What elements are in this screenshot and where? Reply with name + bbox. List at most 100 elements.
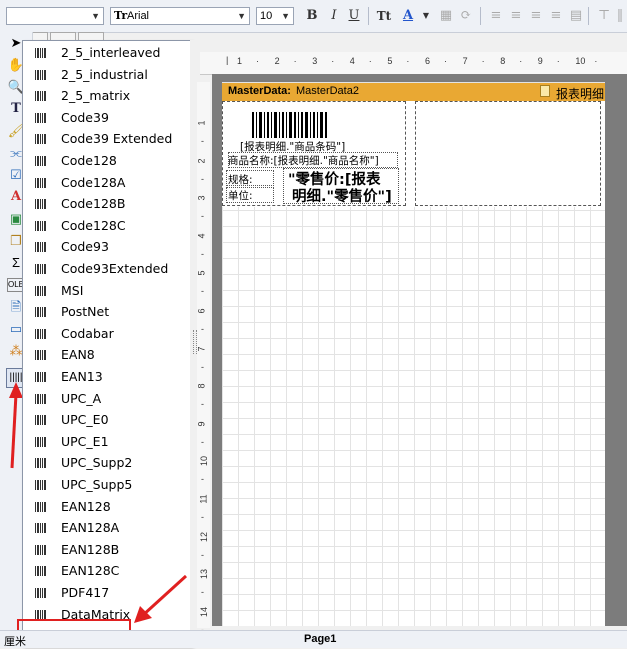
barcode-icon [35, 565, 47, 577]
barcode-type-item[interactable]: Code128C [23, 215, 189, 236]
bold-button[interactable]: B [304, 8, 320, 24]
barcode-type-item[interactable]: Code93 [23, 236, 189, 257]
barcode-type-item[interactable]: MSI [23, 280, 189, 301]
barcode-type-item[interactable]: UPC_Supp2 [23, 452, 189, 473]
align-left-icon[interactable]: ≡ [488, 8, 504, 24]
page-tab[interactable]: Page1 [304, 633, 336, 645]
barcode-type-label: UPC_E1 [61, 433, 109, 449]
ruler-tick-label: 6 [196, 308, 207, 314]
font-name-dropdown[interactable]: Tr Arial ▼ [110, 7, 250, 25]
align-middle-icon[interactable]: ‖ [612, 8, 627, 24]
ruler-minor-tick: · [368, 56, 372, 66]
format-toolbar: ▼ Tr Arial ▼ 10 ▼ B I U Tt A ▼ ▦ ⟳ ≡ ≡ ≡… [0, 0, 627, 33]
ruler-minor-tick: - [201, 436, 204, 447]
barcode-type-item[interactable]: Code128B [23, 193, 189, 214]
highlight-icon[interactable]: ▦ [438, 8, 454, 24]
font-size-dropdown[interactable]: 10 ▼ [256, 7, 294, 25]
barcode-graphic [252, 112, 327, 138]
barcode-type-label: EAN13 [61, 369, 103, 384]
toolbar-divider [480, 7, 481, 25]
align-right-icon[interactable]: ≡ [528, 8, 544, 24]
italic-button[interactable]: I [326, 8, 342, 24]
barcode-type-label: EAN128 [61, 498, 111, 514]
align-center-icon[interactable]: ≡ [508, 8, 524, 24]
barcode-type-item[interactable]: Code128 [23, 150, 189, 171]
font-settings-icon[interactable]: Tt [376, 8, 392, 24]
barcode-type-label: Code128 [61, 153, 117, 168]
barcode-icon [35, 349, 47, 361]
barcode-type-item[interactable]: Code39 [23, 107, 189, 128]
ruler-minor-tick: - [201, 549, 204, 560]
ruler-minor-tick: · [256, 56, 259, 66]
ruler-tick-label: 9 [196, 421, 207, 427]
barcode-type-item[interactable]: UPC_A [23, 388, 189, 409]
status-bar: 厘米 Page1 [0, 630, 627, 648]
barcode-type-item[interactable]: 2_5_industrial [23, 64, 189, 85]
barcode-type-item[interactable]: Code93Extended [23, 258, 189, 279]
truetype-font-icon: Tr [114, 9, 128, 22]
barcode-type-item[interactable]: PostNet [23, 301, 189, 322]
barcode-type-label: PostNet [61, 304, 110, 320]
barcode-type-label: PDF417 [61, 585, 110, 600]
ruler-tick-label: 7 [462, 56, 468, 66]
barcode-type-label: 2_5_interleaved [61, 45, 161, 60]
align-top-icon[interactable]: ⊤ [596, 8, 612, 24]
barcode-object[interactable] [250, 112, 330, 140]
barcode-type-item[interactable]: 2_5_matrix [23, 85, 189, 106]
underline-button[interactable]: U [346, 8, 362, 24]
ruler-minor-tick: - [201, 324, 204, 334]
chevron-down-icon: ▼ [91, 11, 100, 21]
barcode-type-item[interactable]: EAN128A [23, 517, 189, 538]
barcode-icon [35, 609, 47, 620]
align-justify-icon[interactable]: ≡ [548, 8, 564, 24]
barcode-type-item[interactable]: EAN128 [23, 496, 189, 517]
barcode-type-item[interactable]: UPC_E0 [23, 409, 189, 430]
name-field: 商品名称:[报表明细."商品名称"] [228, 155, 379, 167]
barcode-type-item[interactable]: EAN13 [23, 366, 189, 387]
ruler-tick-label: 2 [274, 56, 280, 66]
barcode-type-item[interactable]: EAN128B [23, 539, 189, 560]
barcode-type-label: Code93Extended [61, 261, 169, 276]
ruler-tick-label: 3 [312, 56, 318, 66]
vertical-scrollbar[interactable] [605, 74, 627, 626]
ruler-minor-tick: - [201, 361, 204, 372]
font-name-value: Arial [127, 10, 150, 22]
font-color-button[interactable]: A [400, 8, 416, 24]
barcode-type-label: UPC_Supp5 [61, 477, 133, 492]
barcode-type-item[interactable]: EAN8 [23, 344, 189, 365]
band-dataset-label: 报表明细 [556, 87, 605, 101]
barcode-type-item[interactable]: Code128A [23, 172, 189, 193]
ruler-tick-label: 8 [500, 56, 506, 66]
style-dropdown[interactable]: ▼ [6, 7, 104, 25]
chevron-down-icon[interactable]: ▼ [418, 8, 434, 24]
ruler-minor-tick: - [201, 474, 204, 485]
ruler-tick-label: 11 [198, 494, 209, 504]
ruler-minor-tick: · [556, 56, 560, 66]
barcode-icon [35, 133, 47, 145]
barcode-type-item[interactable]: UPC_Supp5 [23, 474, 189, 495]
align-fill-icon[interactable]: ▤ [568, 8, 584, 24]
barcode-icon [35, 501, 47, 512]
horizontal-ruler: 1 · 2 · 3 · 4 · 5 · 6 · 7 · 8 · 9 · 10 · | [200, 52, 627, 75]
barcode-type-item[interactable]: 2_5_interleaved [23, 42, 189, 63]
ruler-minor-tick: · [481, 56, 485, 66]
chevron-down-icon: ▼ [237, 11, 246, 21]
barcode-type-item[interactable]: UPC_E1 [23, 431, 189, 452]
barcode-icon [35, 479, 47, 490]
barcode-icon [35, 544, 47, 555]
chevron-down-icon: ▼ [281, 11, 290, 21]
ruler-tick-label: 1 [196, 120, 207, 126]
barcode-type-item[interactable]: Code39 Extended [23, 128, 189, 149]
band-name: MasterData2 [296, 85, 359, 97]
barcode-icon [35, 241, 47, 253]
label-cell-right[interactable] [415, 101, 601, 206]
vertical-ruler: 1-2-3-4-5-6-7-8-9-10-11-12-13-14- [196, 82, 210, 635]
barcode-type-item[interactable]: Codabar [23, 323, 189, 344]
ruler-tick-label: 10 [199, 456, 210, 467]
barcode-type-label: UPC_A [61, 390, 102, 406]
rotate-icon[interactable]: ⟳ [458, 8, 474, 24]
master-data-band-header[interactable]: MasterData: MasterData2 报表明细 [222, 83, 605, 101]
ruler-tick-label: 4 [196, 233, 207, 239]
barcode-icon [35, 393, 47, 404]
barcode-icon [35, 155, 47, 166]
